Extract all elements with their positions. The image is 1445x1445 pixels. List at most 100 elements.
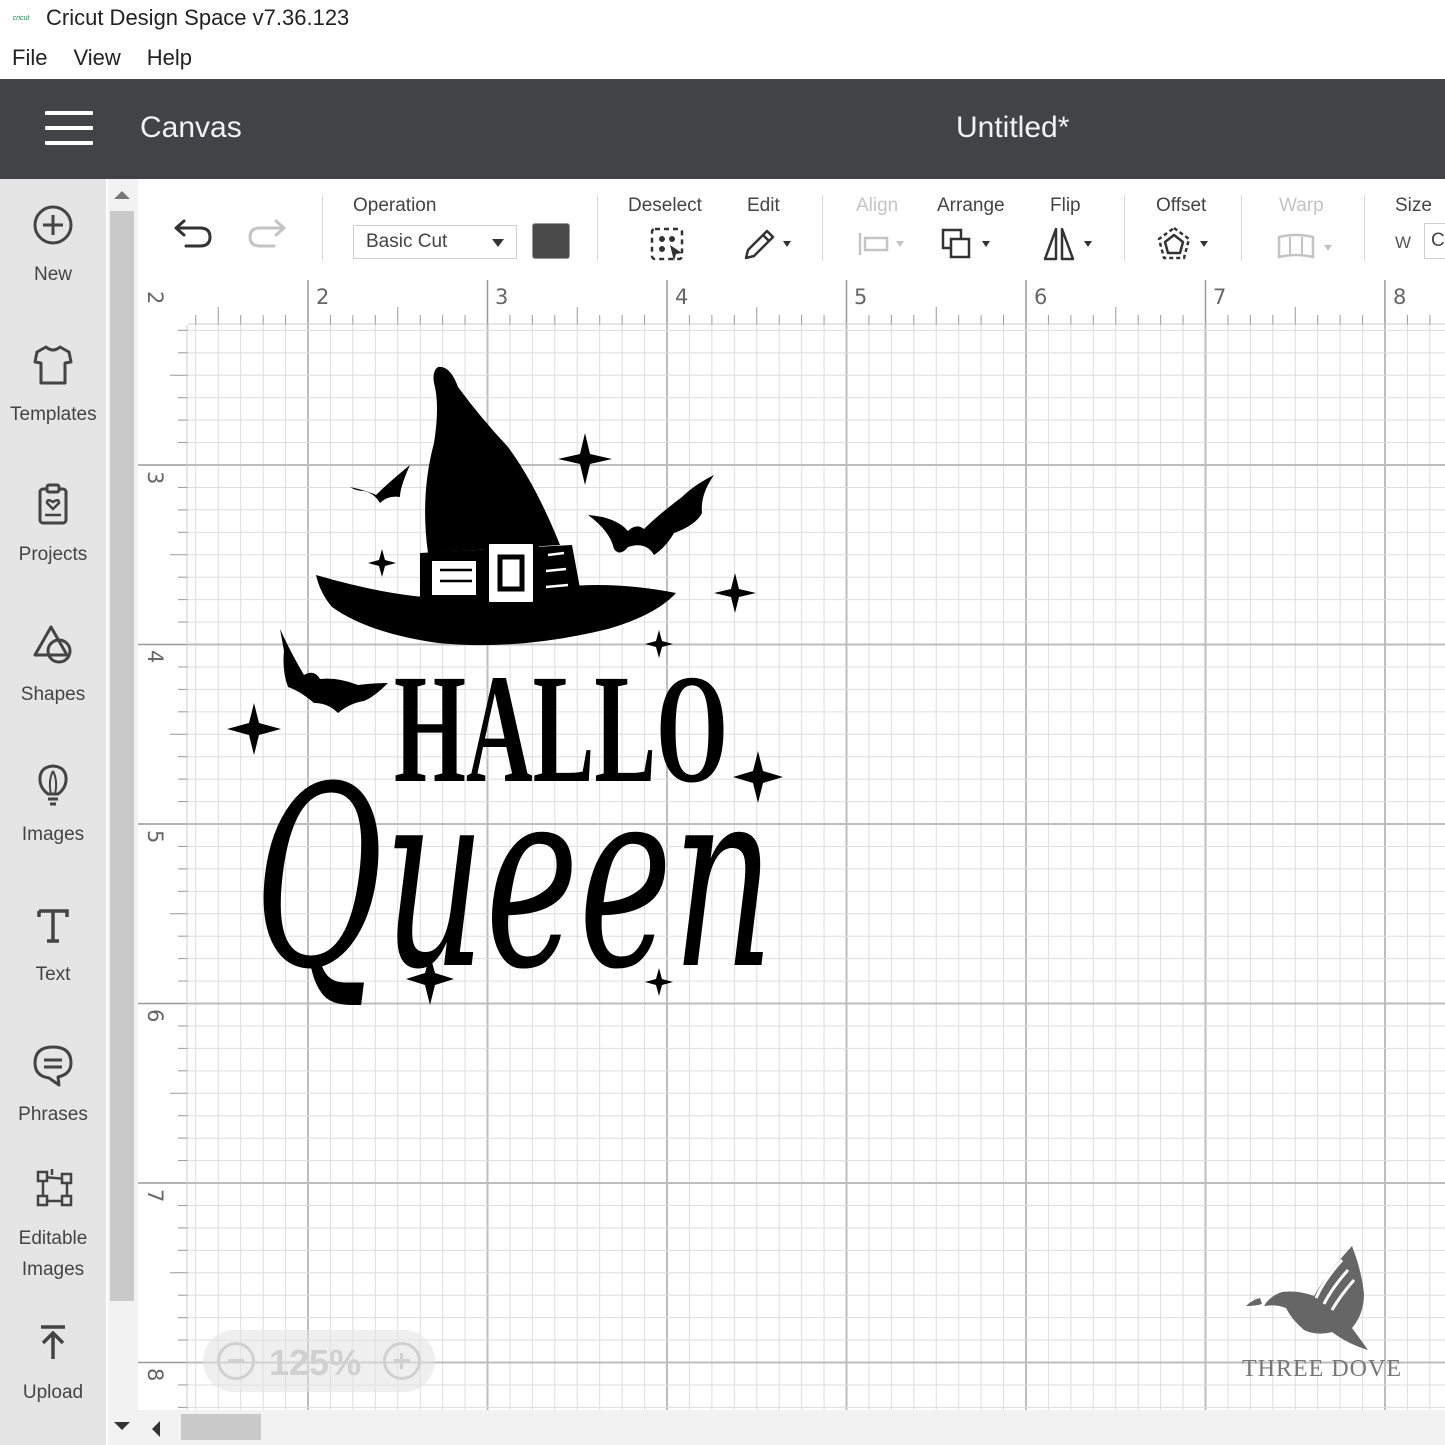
sidebar-item-editable-images[interactable]: Editable Images: [0, 1167, 106, 1285]
sidebar-item-text[interactable]: Text: [0, 903, 106, 990]
app-header: Canvas Untitled*: [0, 79, 1445, 179]
ruler-tick-label: 3: [143, 471, 167, 484]
size-width-label: W: [1395, 233, 1412, 252]
toolbar-divider: [1124, 195, 1125, 261]
ruler-tick-label: 7: [143, 1189, 167, 1202]
sidebar-item-phrases[interactable]: Phrases: [0, 1043, 106, 1130]
toolbar-divider: [1364, 195, 1365, 261]
shapes-icon: [33, 625, 72, 664]
ruler-tick-label: 6: [1034, 285, 1047, 309]
align-icon: [858, 233, 904, 255]
align-button[interactable]: [856, 229, 912, 264]
document-title[interactable]: Untitled*: [956, 111, 1069, 145]
upload-icon: [41, 1325, 65, 1359]
warp-icon: [1277, 233, 1332, 259]
lightbulb-icon: [38, 764, 68, 806]
watermark: THREE DOVE: [1232, 1240, 1412, 1390]
offset-button[interactable]: [1156, 225, 1212, 268]
sidebar-item-label: Templates: [10, 404, 97, 425]
flip-button[interactable]: [1042, 225, 1098, 268]
title-bar: cricut Cricut Design Space v7.36.123: [0, 0, 1445, 36]
zoom-out-button[interactable]: [217, 1342, 255, 1380]
sidebar-item-projects[interactable]: Projects: [0, 483, 106, 570]
ruler-tick-label: 4: [675, 285, 688, 309]
watermark-text: THREE DOVE: [1242, 1356, 1402, 1382]
size-width-input[interactable]: C: [1424, 223, 1445, 259]
size-label: Size: [1395, 195, 1432, 216]
plus-circle-icon: [33, 205, 73, 245]
ruler-vertical: 2 3 4 5 6 7 8: [138, 280, 188, 1410]
dove-logo-icon: [1246, 1246, 1368, 1350]
zoom-level: 125%: [269, 1342, 362, 1383]
tshirt-icon: [33, 345, 73, 385]
menu-bar: File View Help: [0, 38, 1445, 78]
menu-view[interactable]: View: [73, 45, 120, 71]
cricut-logo-icon: cricut: [12, 14, 30, 22]
arrange-icon: [941, 228, 990, 259]
deselect-icon: [650, 227, 684, 261]
sidebar-item-label: Editable Images: [18, 1228, 88, 1280]
menu-file[interactable]: File: [12, 45, 47, 71]
edit-button[interactable]: [741, 225, 797, 268]
undo-button[interactable]: [172, 215, 214, 256]
ruler-tick-label: 2: [143, 291, 167, 304]
undo-icon: [174, 219, 212, 248]
ruler-tick-label: 2: [316, 285, 329, 309]
scroll-up-arrow-icon[interactable]: [114, 191, 130, 199]
menu-help[interactable]: Help: [147, 45, 192, 71]
operation-color-swatch[interactable]: [532, 223, 570, 259]
scroll-down-arrow-icon[interactable]: [114, 1422, 130, 1430]
align-label: Align: [856, 195, 899, 216]
sidebar-item-new[interactable]: New: [0, 203, 106, 290]
sidebar-item-upload[interactable]: Upload: [0, 1321, 106, 1408]
sidebar-item-templates[interactable]: Templates: [0, 343, 106, 430]
edit-toolbar: Operation Basic Cut Deselect Edit Align …: [138, 179, 1445, 279]
deselect-label: Deselect: [628, 195, 702, 216]
toolbar-divider: [597, 195, 598, 261]
canvas-horizontal-scrollbar[interactable]: [138, 1410, 1445, 1445]
pencil-icon: [744, 229, 791, 260]
ruler-horizontal: 2 3 4 5 6 7 8: [138, 280, 1445, 325]
speech-bubble-icon: [33, 1045, 73, 1087]
zoom-in-button[interactable]: [383, 1342, 421, 1380]
ruler-tick-label: 5: [854, 285, 867, 309]
warp-button[interactable]: [1276, 231, 1338, 266]
sidebar-item-label: New: [33, 264, 72, 285]
toolbar-divider: [322, 195, 323, 261]
offset-icon: [1157, 226, 1208, 260]
chevron-down-icon: [492, 239, 504, 247]
operation-select[interactable]: Basic Cut: [353, 225, 517, 259]
scroll-left-arrow-icon[interactable]: [152, 1421, 160, 1437]
scrollbar-thumb[interactable]: [181, 1414, 261, 1440]
sidebar-item-label: Shapes: [20, 684, 86, 705]
projects-icon: [38, 483, 68, 525]
flip-icon: [1043, 227, 1092, 261]
arrange-label: Arrange: [937, 195, 1005, 216]
left-panel-scrollbar[interactable]: [108, 179, 138, 1445]
offset-label: Offset: [1156, 195, 1207, 216]
left-panel: New Templates Projects Shapes Images Tex…: [0, 179, 106, 1445]
operation-label: Operation: [353, 195, 437, 216]
arrange-button[interactable]: [940, 225, 996, 268]
hamburger-menu-icon[interactable]: [45, 111, 93, 145]
scrollbar-thumb[interactable]: [110, 211, 134, 1301]
window-title: Cricut Design Space v7.36.123: [46, 5, 350, 30]
sidebar-item-label: Phrases: [18, 1104, 88, 1125]
operation-value: Basic Cut: [366, 231, 448, 252]
zoom-control: 125%: [203, 1330, 435, 1392]
sidebar-item-images[interactable]: Images: [0, 763, 106, 850]
text-icon: [37, 909, 69, 943]
deselect-button[interactable]: [648, 225, 686, 268]
sidebar-item-label: Images: [21, 824, 85, 845]
sidebar-item-shapes[interactable]: Shapes: [0, 623, 106, 710]
toolbar-divider: [1241, 195, 1242, 261]
ruler-tick-label: 3: [495, 285, 508, 309]
ruler-tick-label: 7: [1213, 285, 1226, 309]
sidebar-item-label: Text: [35, 964, 71, 985]
warp-label: Warp: [1279, 195, 1324, 216]
toolbar-divider: [822, 195, 823, 261]
sidebar-item-label: Projects: [18, 544, 88, 565]
sidebar-item-label: Upload: [22, 1382, 84, 1403]
edit-label: Edit: [747, 195, 780, 216]
redo-button[interactable]: [246, 215, 288, 256]
